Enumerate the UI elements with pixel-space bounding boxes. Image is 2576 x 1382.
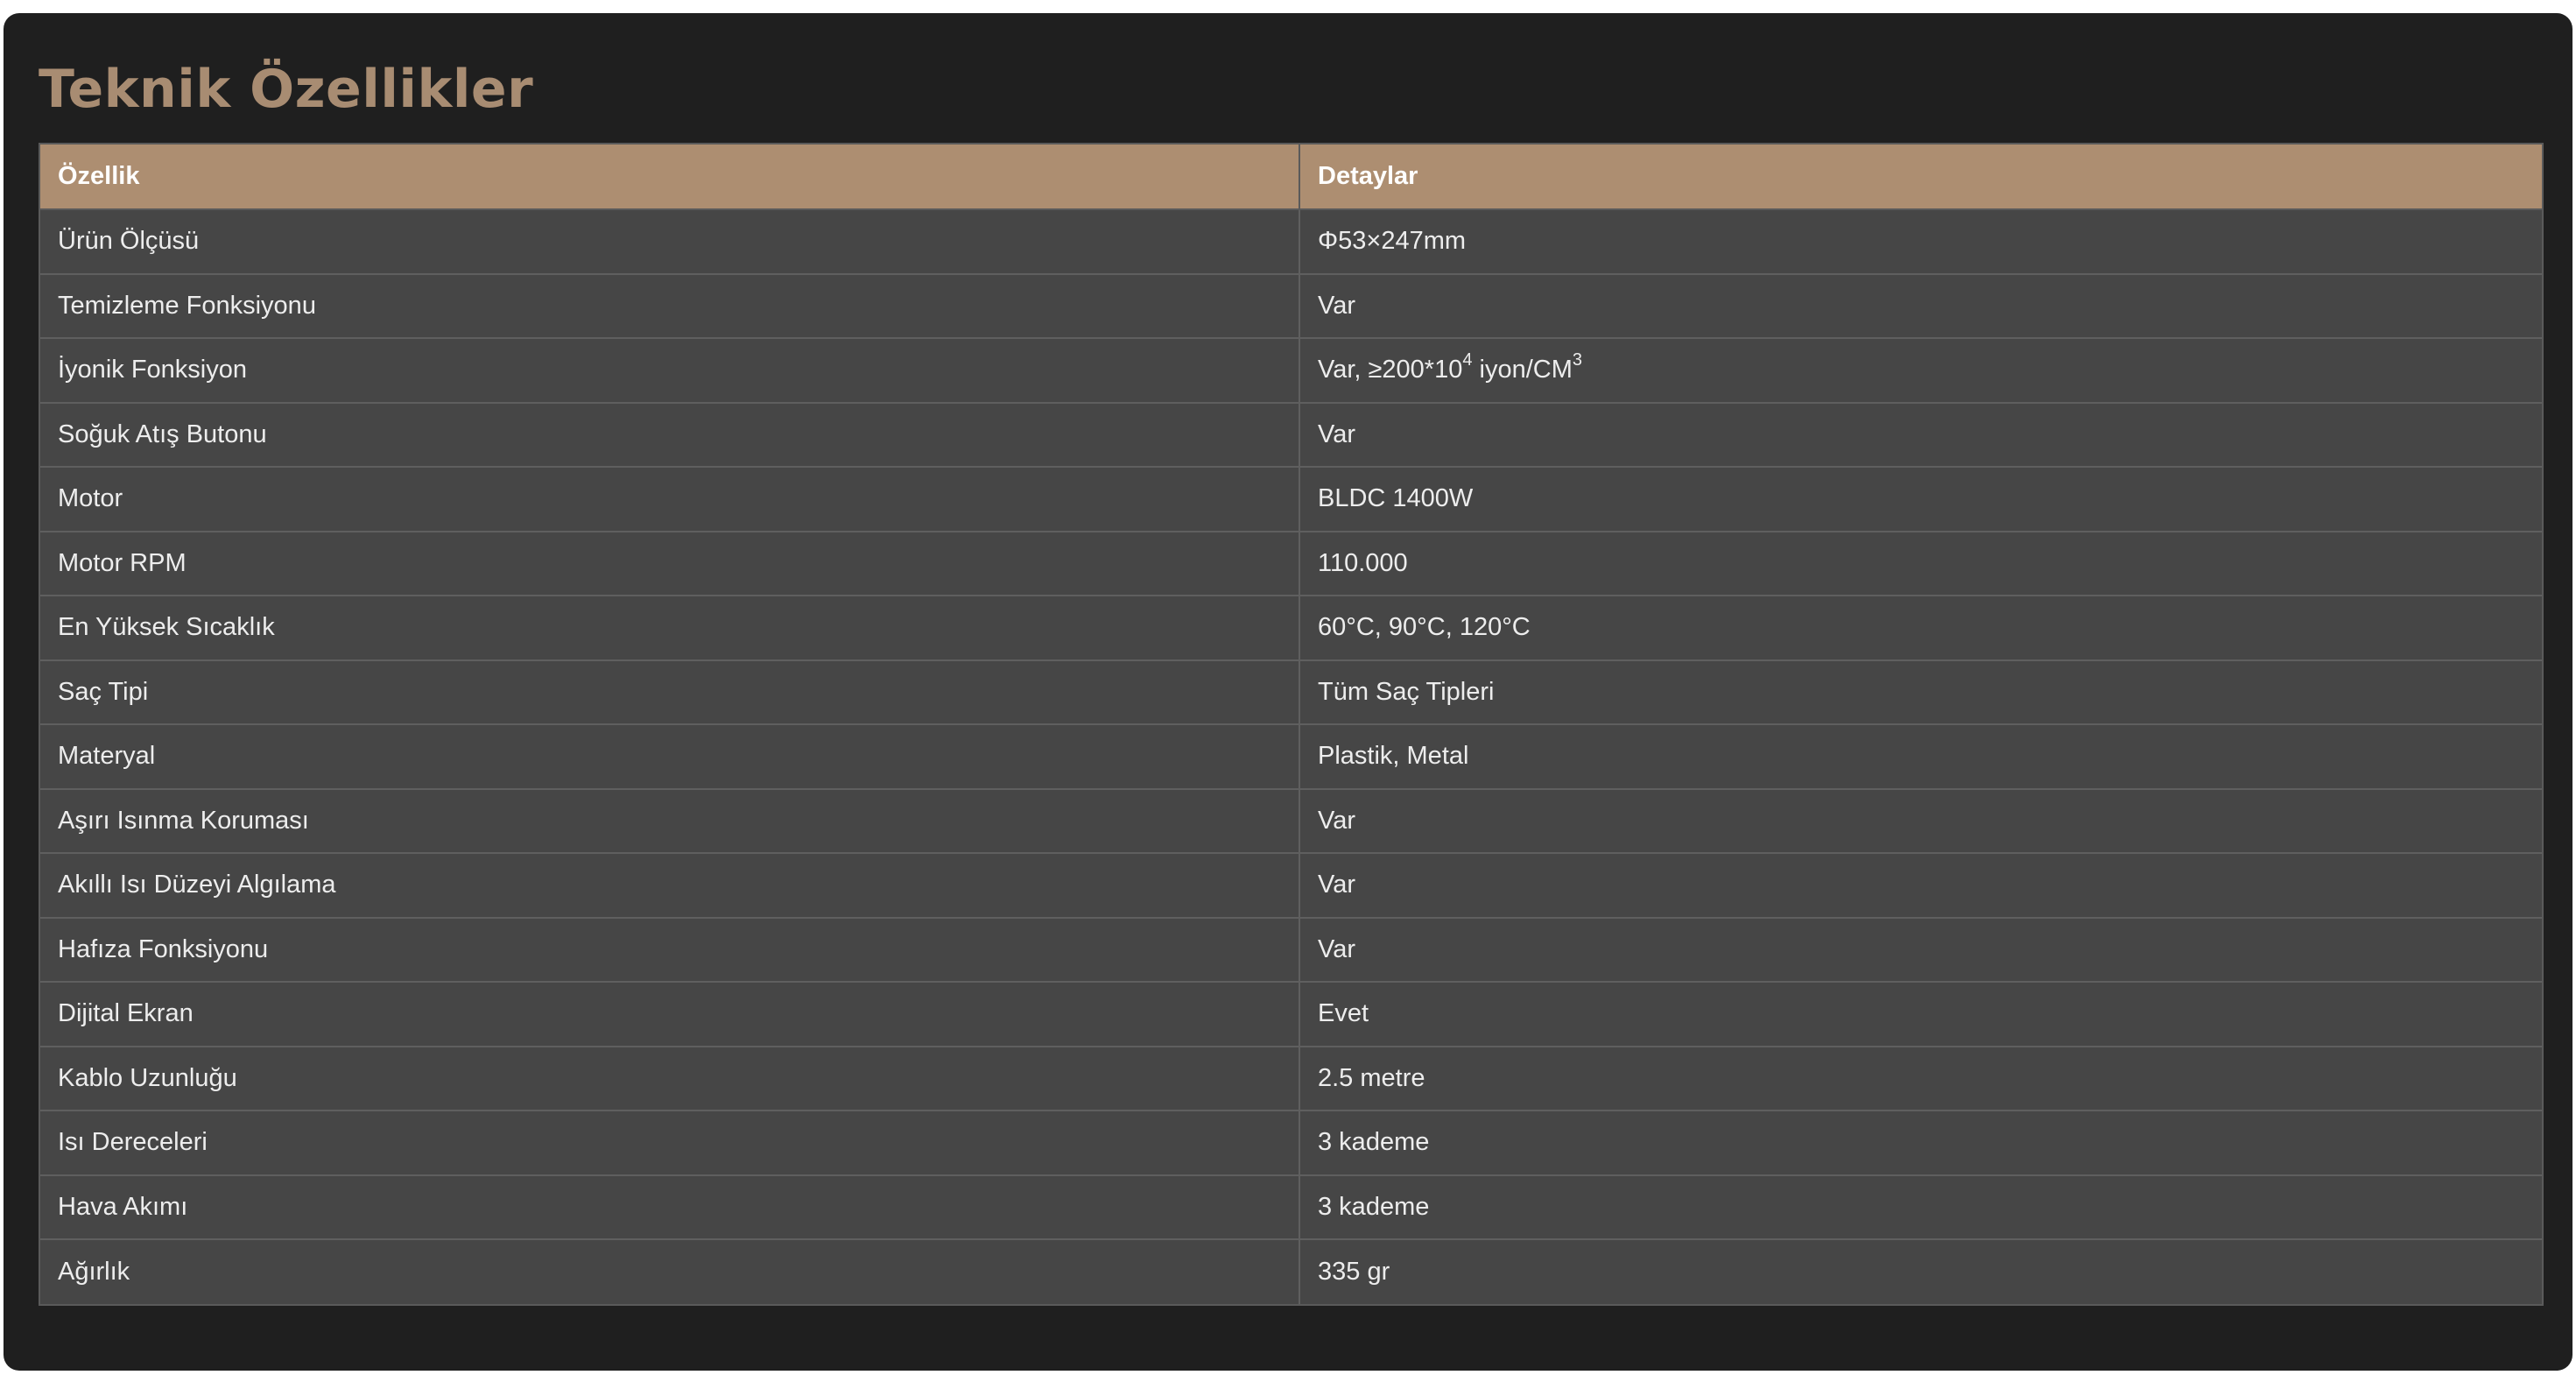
feature-cell: İyonik Fonksiyon: [40, 338, 1300, 404]
table-row: En Yüksek Sıcaklık 60°C, 90°C, 120°C: [40, 596, 2542, 661]
table-row: Soğuk Atış Butonu Var: [40, 402, 2542, 468]
detail-cell: Var: [1299, 853, 2542, 919]
detail-cell: Evet: [1299, 982, 2542, 1047]
table-row: Hafıza Fonksiyonu Var: [40, 917, 2542, 983]
detail-cell: 3 kademe: [1299, 1111, 2542, 1176]
table-row: Temizleme Fonksiyonu Var: [40, 273, 2542, 339]
feature-cell: Ağırlık: [40, 1239, 1300, 1304]
spec-panel: Teknik Özellikler Özellik Detaylar Ürün …: [4, 13, 2572, 1371]
table-row: Saç Tipi Tüm Saç Tipleri: [40, 659, 2542, 725]
feature-cell: Ürün Ölçüsü: [40, 209, 1300, 275]
detail-cell: 3 kademe: [1299, 1174, 2542, 1240]
table-row: Akıllı Isı Düzeyi Algılama Var: [40, 853, 2542, 919]
detail-cell: Φ53×247mm: [1299, 209, 2542, 275]
table-row: Motor BLDC 1400W: [40, 467, 2542, 532]
detail-cell: Var, ≥200*104 iyon/CM3: [1299, 338, 2542, 404]
detail-cell: Var: [1299, 273, 2542, 339]
feature-cell: Soğuk Atış Butonu: [40, 402, 1300, 468]
detail-unit-text: iyon/CM: [1472, 356, 1573, 384]
table-row: Materyal Plastik, Metal: [40, 724, 2542, 790]
feature-cell: Temizleme Fonksiyonu: [40, 273, 1300, 339]
table-row: Motor RPM 110.000: [40, 531, 2542, 596]
detail-cell: BLDC 1400W: [1299, 467, 2542, 532]
section-title: Teknik Özellikler: [39, 59, 534, 120]
table-row: Kablo Uzunluğu 2.5 metre: [40, 1046, 2542, 1111]
detail-cell: 2.5 metre: [1299, 1046, 2542, 1111]
exponent: 3: [1572, 350, 1583, 370]
spec-table-container: Özellik Detaylar Ürün Ölçüsü Φ53×247mm T…: [39, 143, 2544, 1306]
table-row: Dijital Ekran Evet: [40, 982, 2542, 1047]
detail-cell: 110.000: [1299, 531, 2542, 596]
table-header-row: Özellik Detaylar: [40, 145, 2542, 210]
feature-cell: Kablo Uzunluğu: [40, 1046, 1300, 1111]
detail-cell: 335 gr: [1299, 1239, 2542, 1304]
feature-cell: Materyal: [40, 724, 1300, 790]
feature-cell: Motor RPM: [40, 531, 1300, 596]
exponent: 4: [1462, 350, 1473, 370]
detail-cell: Var: [1299, 402, 2542, 468]
table-row: İyonik Fonksiyon Var, ≥200*104 iyon/CM3: [40, 338, 2542, 404]
feature-cell: Isı Dereceleri: [40, 1111, 1300, 1176]
detail-cell: Var: [1299, 917, 2542, 983]
feature-cell: Saç Tipi: [40, 659, 1300, 725]
feature-cell: Hafıza Fonksiyonu: [40, 917, 1300, 983]
column-header-feature: Özellik: [40, 145, 1300, 210]
detail-cell: Plastik, Metal: [1299, 724, 2542, 790]
table-row: Ürün Ölçüsü Φ53×247mm: [40, 209, 2542, 275]
column-header-details: Detaylar: [1299, 145, 2542, 210]
feature-cell: Dijital Ekran: [40, 982, 1300, 1047]
detail-cell: Tüm Saç Tipleri: [1299, 659, 2542, 725]
feature-cell: En Yüksek Sıcaklık: [40, 596, 1300, 661]
detail-cell: Var: [1299, 788, 2542, 854]
detail-text: Var, ≥200*10: [1318, 356, 1463, 384]
spec-table: Özellik Detaylar Ürün Ölçüsü Φ53×247mm T…: [40, 145, 2542, 1304]
table-row: Aşırı Isınma Koruması Var: [40, 788, 2542, 854]
feature-cell: Akıllı Isı Düzeyi Algılama: [40, 853, 1300, 919]
table-row: Hava Akımı 3 kademe: [40, 1174, 2542, 1240]
feature-cell: Motor: [40, 467, 1300, 532]
table-row: Ağırlık 335 gr: [40, 1239, 2542, 1304]
feature-cell: Aşırı Isınma Koruması: [40, 788, 1300, 854]
feature-cell: Hava Akımı: [40, 1174, 1300, 1240]
table-row: Isı Dereceleri 3 kademe: [40, 1111, 2542, 1176]
detail-cell: 60°C, 90°C, 120°C: [1299, 596, 2542, 661]
